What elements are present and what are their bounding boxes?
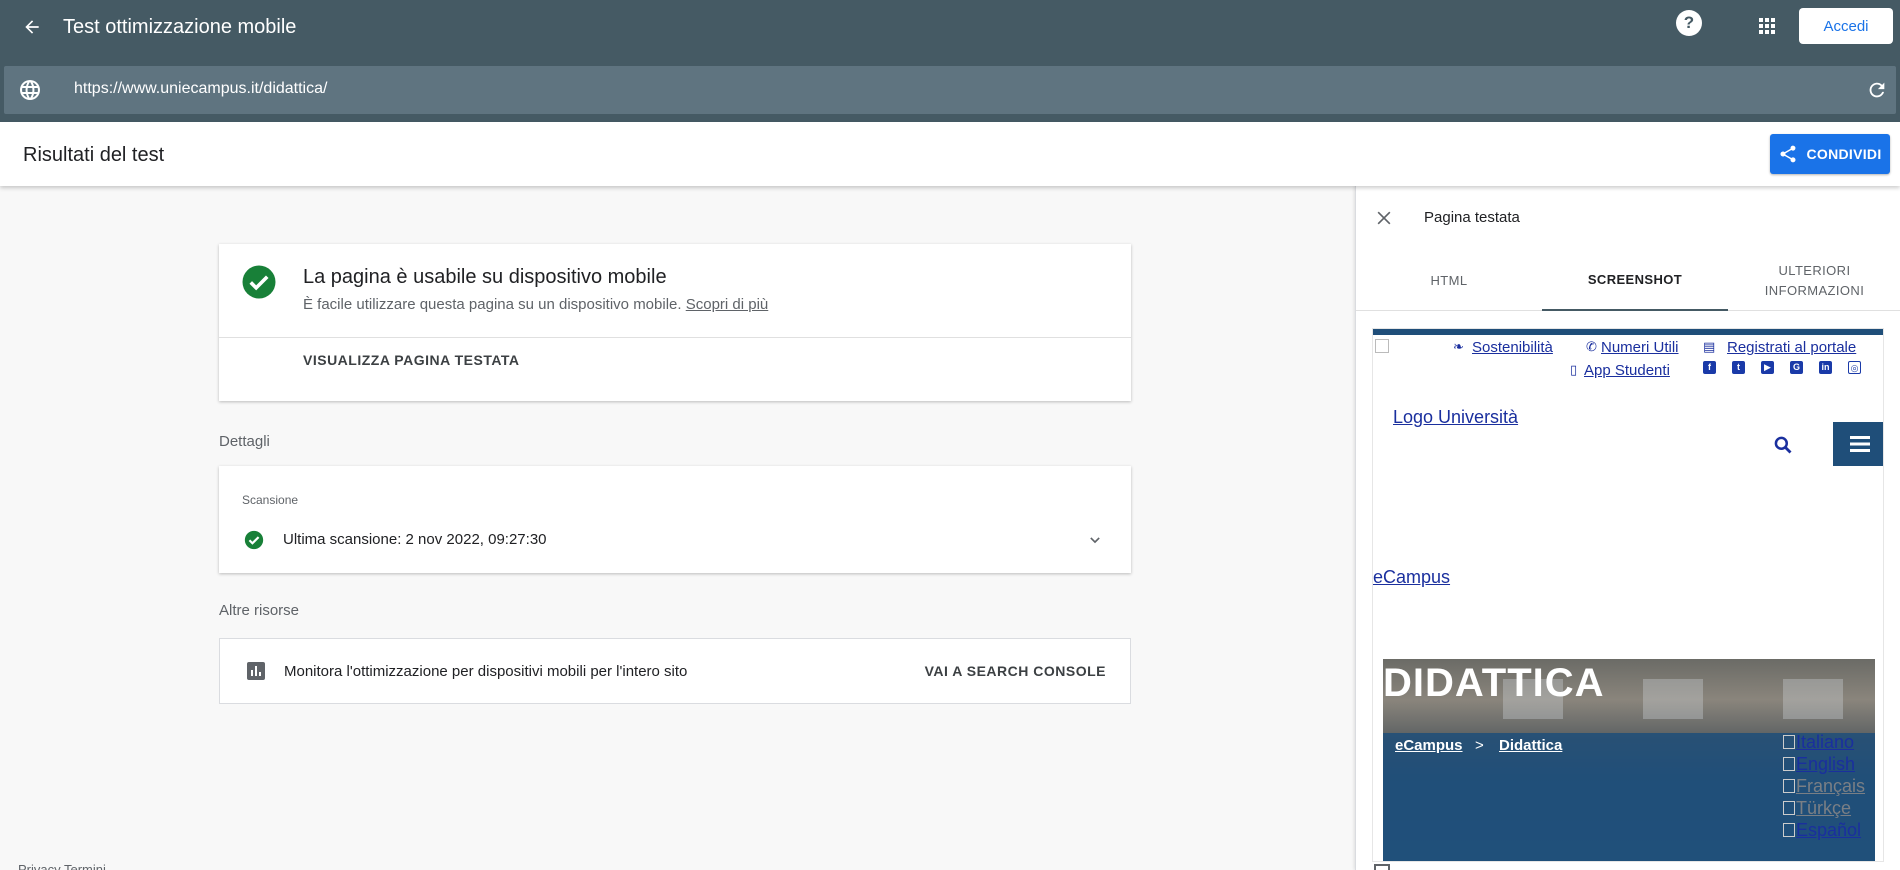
tested-page-panel: Pagina testata HTML SCREENSHOT ULTERIORI… — [1355, 186, 1900, 870]
breadcrumb-home[interactable]: eCampus — [1395, 737, 1463, 754]
bar-chart-icon — [247, 662, 265, 680]
hero-window — [1643, 679, 1703, 719]
lang-espanol[interactable]: Español — [1783, 819, 1861, 841]
share-label: CONDIVIDI — [1806, 146, 1882, 162]
id-card-icon: ▤ — [1703, 339, 1716, 354]
check-circle-icon — [244, 530, 264, 550]
link-registrati[interactable]: Registrati al portale — [1727, 339, 1856, 356]
twitter-icon[interactable]: t — [1732, 361, 1745, 374]
resource-card: Monitora l'ottimizzazione per dispositiv… — [219, 638, 1131, 704]
mobile-usable-card: La pagina è usabile su dispositivo mobil… — [219, 244, 1131, 401]
menu-icon — [1849, 436, 1870, 452]
app-title: Test ottimizzazione mobile — [63, 16, 297, 38]
scan-card[interactable]: Scansione Ultima scansione: 2 nov 2022, … — [219, 466, 1131, 573]
mobile-icon: ▯ — [1570, 362, 1578, 377]
device-icon — [1374, 864, 1390, 870]
share-icon — [1780, 145, 1796, 163]
search-console-button[interactable]: VAI A SEARCH CONSOLE — [925, 663, 1106, 679]
lang-francais[interactable]: Français — [1783, 775, 1865, 797]
url-text[interactable]: https://www.uniecampus.it/didattica/ — [74, 80, 327, 98]
link-numeri-utili[interactable]: Numeri Utili — [1601, 339, 1679, 356]
globe-icon — [20, 80, 40, 100]
last-scan-text: Ultima scansione: 2 nov 2022, 09:27:30 — [283, 531, 547, 548]
lang-italiano[interactable]: Italiano — [1783, 731, 1854, 753]
help-button[interactable]: ? — [1676, 10, 1702, 36]
panel-title: Pagina testata — [1424, 209, 1520, 226]
learn-more-link[interactable]: Scopri di più — [686, 296, 769, 313]
tab-screenshot[interactable]: SCREENSHOT — [1542, 250, 1728, 311]
preview-top-bar — [1373, 329, 1883, 335]
hamburger-menu-button[interactable] — [1833, 422, 1883, 466]
hero-title: DIDATTICA — [1383, 661, 1605, 705]
hero-window — [1783, 679, 1843, 719]
url-bar[interactable]: https://www.uniecampus.it/didattica/ — [4, 66, 1896, 114]
details-label: Dettagli — [219, 433, 270, 450]
reload-icon[interactable] — [1866, 79, 1888, 101]
linkedin-icon[interactable]: in — [1819, 361, 1832, 374]
resources-label: Altre risorse — [219, 602, 300, 619]
logo-link[interactable]: Logo Università — [1393, 407, 1518, 428]
breadcrumb-current[interactable]: Didattica — [1499, 737, 1562, 754]
usable-description: È facile utilizzare questa pagina su un … — [303, 296, 686, 313]
lang-english[interactable]: English — [1783, 753, 1855, 775]
phone-icon: ✆ — [1586, 339, 1597, 354]
footer-links[interactable]: Privacy Termini — [18, 862, 106, 870]
link-sostenibilita[interactable]: Sostenibilità — [1472, 339, 1553, 356]
lang-turkce[interactable]: Türkçe — [1783, 797, 1851, 819]
check-circle-icon — [242, 265, 276, 299]
google-plus-icon[interactable]: G — [1790, 361, 1803, 374]
broken-image-icon — [1375, 339, 1389, 353]
help-icon: ? — [1683, 13, 1695, 32]
close-icon[interactable] — [1374, 208, 1394, 228]
apps-button[interactable] — [1755, 14, 1779, 38]
arrow-left-icon — [25, 20, 39, 34]
tab-more-info[interactable]: ULTERIORI INFORMAZIONI — [1728, 250, 1900, 311]
monitor-text: Monitora l'ottimizzazione per dispositiv… — [284, 663, 688, 680]
chevron-down-icon[interactable] — [1085, 530, 1105, 550]
breadcrumb-separator: > — [1475, 737, 1484, 754]
hero-banner: DIDATTICA eCampus > Didattica Italiano E… — [1383, 659, 1875, 861]
apps-grid-icon — [1759, 18, 1775, 34]
app-header: Test ottimizzazione mobile ? Accedi http… — [0, 0, 1900, 122]
instagram-icon[interactable]: ◎ — [1848, 361, 1861, 374]
leaf-icon: ❧ — [1453, 339, 1464, 354]
youtube-icon[interactable]: ▶ — [1761, 361, 1774, 374]
link-app-studenti[interactable]: App Studenti — [1584, 362, 1670, 379]
ecampus-link[interactable]: eCampus — [1373, 567, 1450, 588]
card-divider — [219, 337, 1131, 338]
results-header: Risultati del test CONDIVIDI — [0, 122, 1900, 186]
tab-html[interactable]: HTML — [1356, 250, 1542, 311]
view-tested-page-button[interactable]: VISUALIZZA PAGINA TESTATA — [303, 352, 520, 368]
scan-label: Scansione — [242, 493, 299, 507]
back-button[interactable] — [16, 11, 48, 43]
search-icon[interactable] — [1773, 435, 1793, 455]
screenshot-preview: ❧ Sostenibilità ✆ Numeri Utili ▤ Registr… — [1372, 328, 1884, 862]
header-row: Test ottimizzazione mobile ? Accedi — [0, 0, 1900, 54]
usable-headline: La pagina è usabile su dispositivo mobil… — [303, 266, 667, 288]
signin-button[interactable]: Accedi — [1799, 8, 1893, 44]
results-title: Risultati del test — [23, 144, 165, 166]
panel-tabs: HTML SCREENSHOT ULTERIORI INFORMAZIONI — [1356, 250, 1900, 311]
usable-subtext: È facile utilizzare questa pagina su un … — [303, 296, 768, 313]
share-button[interactable]: CONDIVIDI — [1770, 134, 1890, 174]
facebook-icon[interactable]: f — [1703, 361, 1716, 374]
